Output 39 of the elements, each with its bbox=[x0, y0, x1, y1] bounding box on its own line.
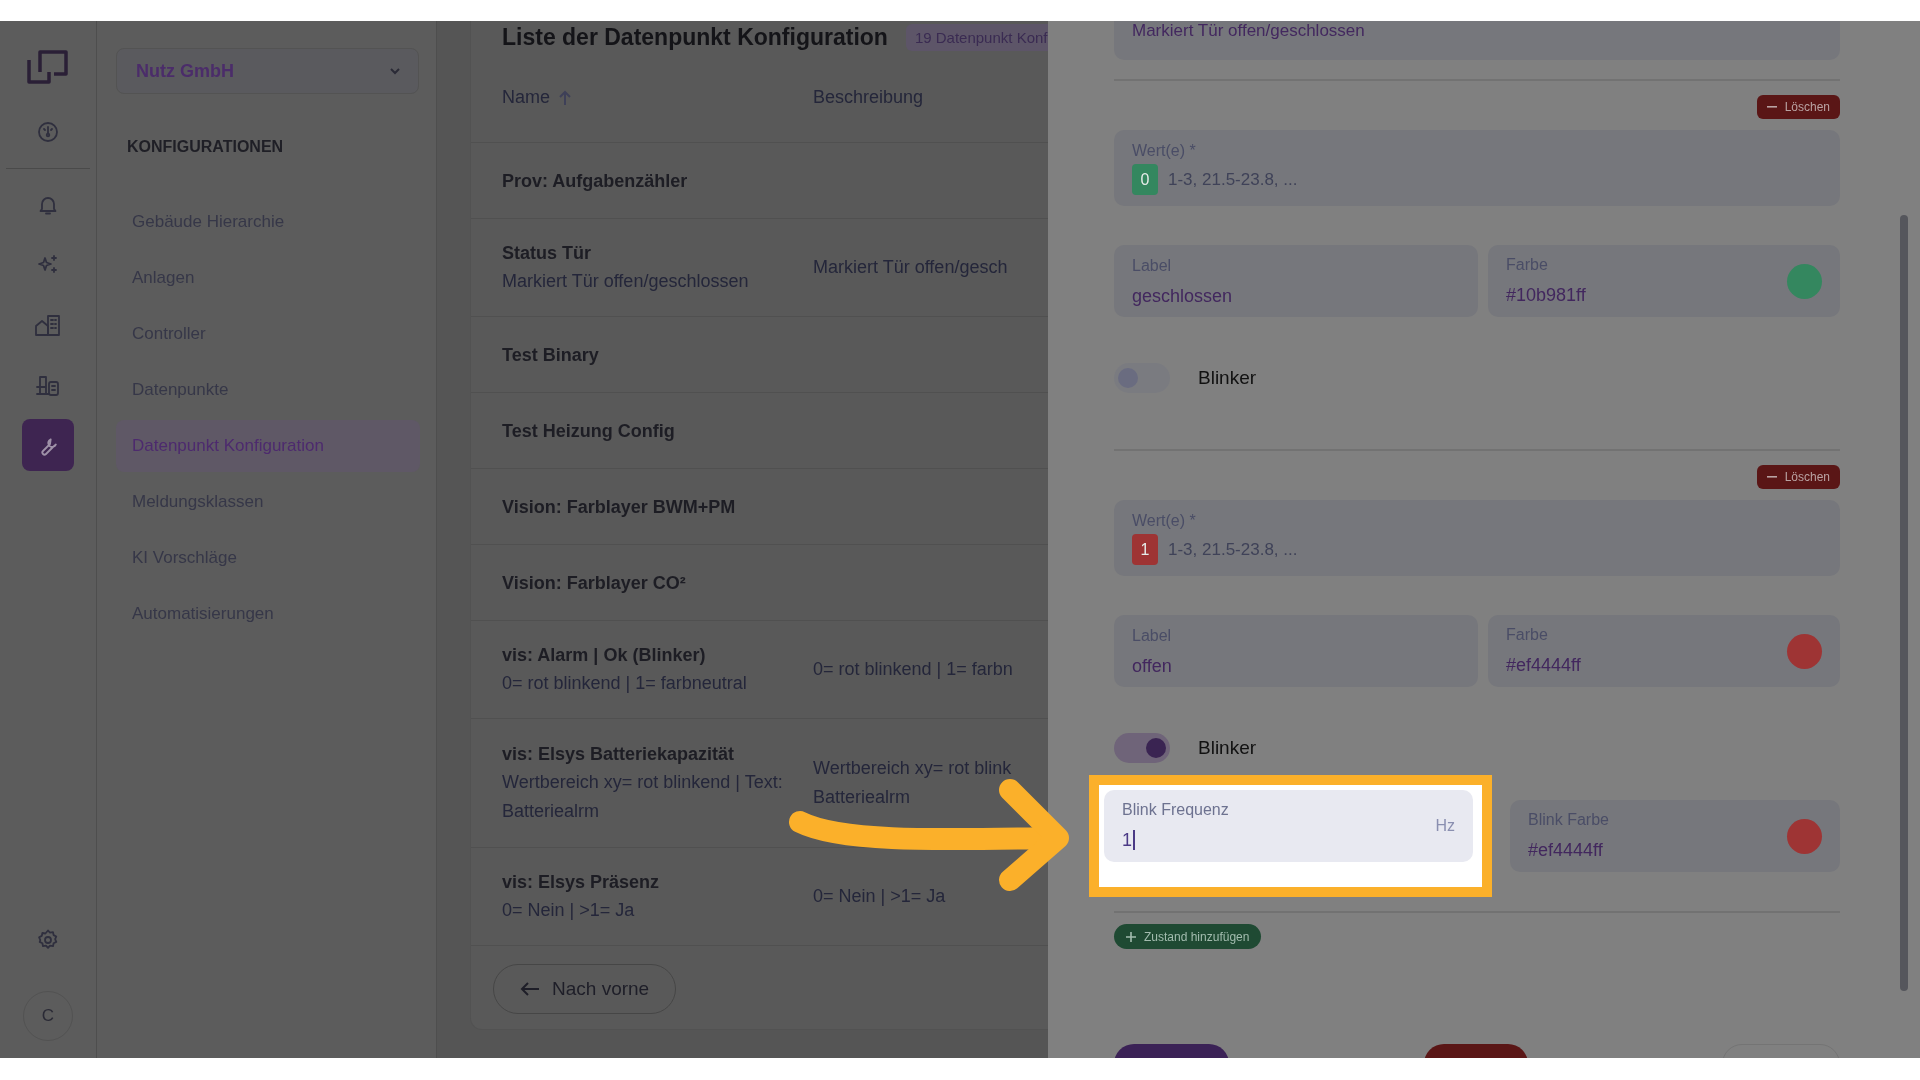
nav-rail-button[interactable] bbox=[22, 419, 74, 471]
plus-icon bbox=[1126, 931, 1136, 942]
arrow-left-icon bbox=[520, 981, 540, 997]
row-name: Test Heizung Config bbox=[502, 419, 676, 443]
row-name: Prov: Aufgabenzähler bbox=[502, 169, 689, 193]
toggle-label: Blinker bbox=[1198, 737, 1257, 759]
unit-label: Hz bbox=[1435, 817, 1455, 835]
section-heading: KONFIGURATIONEN bbox=[127, 138, 285, 156]
buildings-icon bbox=[34, 313, 62, 337]
description-field[interactable]: Markiert Tür offen/geschlossen bbox=[1114, 21, 1840, 60]
device-list-icon bbox=[34, 373, 62, 397]
toggle-label: Blinker bbox=[1198, 367, 1257, 389]
color-swatch[interactable] bbox=[1787, 633, 1822, 669]
delete-button[interactable]: Löschen bbox=[1756, 95, 1840, 119]
row-name: vis: Elsys Batteriekapazität bbox=[502, 743, 736, 766]
scrollbar[interactable] bbox=[1900, 215, 1908, 991]
text-cursor bbox=[1133, 830, 1135, 850]
blinker-toggle[interactable] bbox=[1114, 733, 1170, 763]
sort-arrow-icon bbox=[558, 89, 572, 106]
logo-icon bbox=[26, 48, 70, 86]
gauge-icon bbox=[36, 120, 60, 144]
row-name: Test Binary bbox=[502, 343, 600, 367]
row-name: Vision: Farblayer CO² bbox=[502, 571, 687, 595]
row-name: vis: Alarm | Ok (Blinker) bbox=[502, 644, 707, 667]
row-name: Status Tür bbox=[502, 242, 592, 265]
add-state-button[interactable]: Zustand hinzufügen bbox=[1114, 924, 1262, 949]
value-chip: 0 bbox=[1132, 164, 1158, 195]
page-title: Liste der Datenpunkt Konfiguration bbox=[502, 23, 888, 51]
back-button[interactable]: Nach vorne bbox=[493, 964, 677, 1014]
value-chip: 1 bbox=[1132, 534, 1158, 565]
delete-button[interactable]: Löschen bbox=[1756, 465, 1840, 489]
minus-icon bbox=[1766, 476, 1777, 478]
minus-icon bbox=[1766, 106, 1777, 108]
color-swatch[interactable] bbox=[1787, 263, 1822, 299]
settings-icon[interactable] bbox=[36, 928, 60, 952]
color-swatch[interactable] bbox=[1787, 818, 1822, 854]
row-name: Vision: Farblayer BWM+PM bbox=[502, 495, 737, 519]
frequency-field[interactable]: Blink Frequenz 1 Hz bbox=[1104, 790, 1473, 862]
row-name: vis: Elsys Präsenz bbox=[502, 871, 661, 894]
